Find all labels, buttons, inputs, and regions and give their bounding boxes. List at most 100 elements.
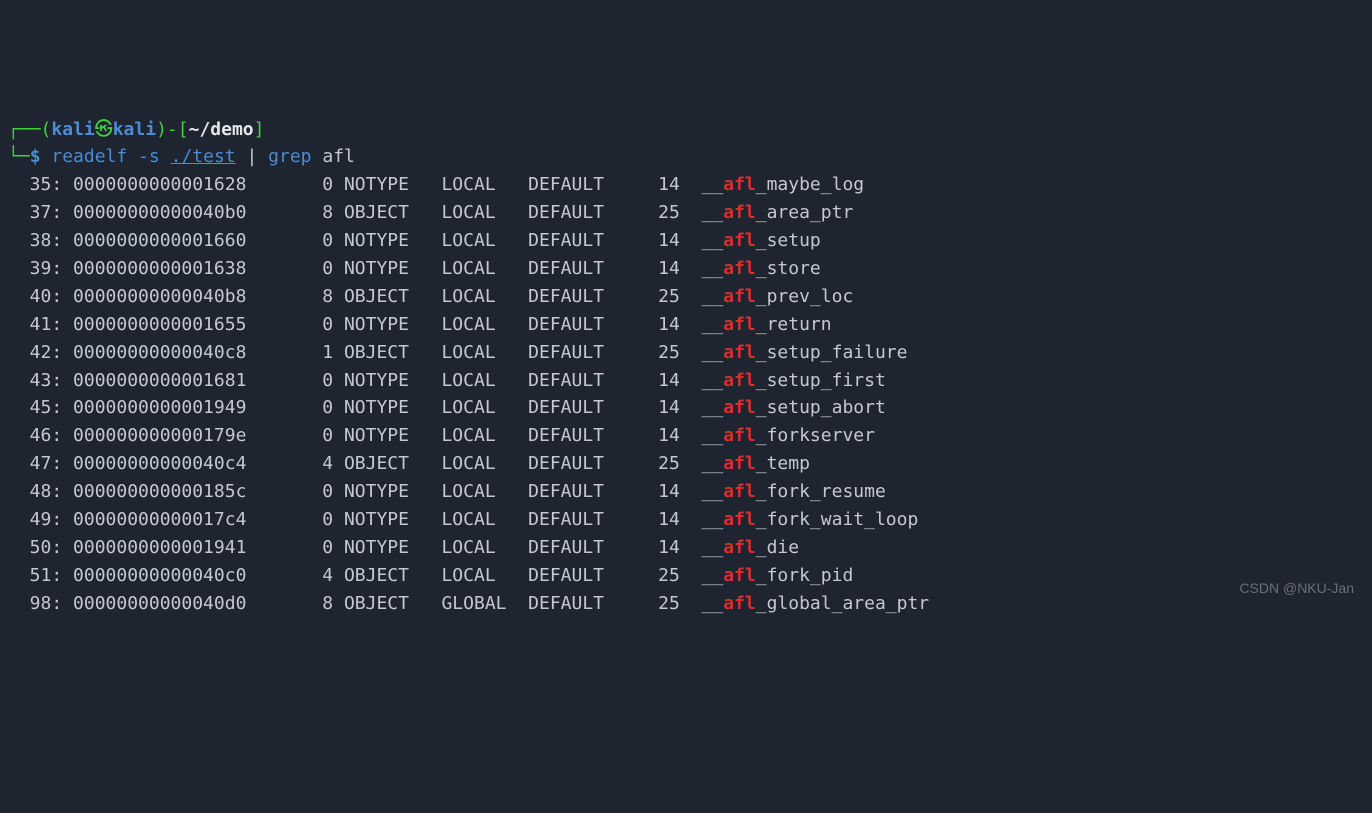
- output-row: 49: 00000000000017c40 NOTYPE LOCALDEFAUL…: [8, 506, 1364, 534]
- col-addr: 00000000000040b8: [73, 283, 268, 311]
- col-vis: DEFAULT: [528, 478, 626, 506]
- output-row: 40: 00000000000040b88 OBJECT LOCALDEFAUL…: [8, 283, 1364, 311]
- col-type: OBJECT: [344, 562, 431, 590]
- col-ndx: 25: [626, 339, 680, 367]
- grep-match: afl: [723, 397, 756, 418]
- col-size: 8: [268, 283, 333, 311]
- col-type: NOTYPE: [344, 422, 431, 450]
- sym-prefix: __: [702, 425, 724, 446]
- prompt-line-1: ┌──(kali㉿kali)-[~/demo]: [8, 116, 1364, 144]
- grep-match: afl: [723, 593, 756, 614]
- sym-suffix: _forkserver: [756, 425, 875, 446]
- prompt-corner-bot: └─: [8, 146, 30, 167]
- sym-suffix: _return: [756, 314, 832, 335]
- sym-prefix: __: [702, 370, 724, 391]
- col-size: 0: [268, 227, 333, 255]
- col-bind: LOCAL: [441, 367, 528, 395]
- col-num: 35:: [8, 171, 62, 199]
- grep-match: afl: [723, 481, 756, 502]
- col-num: 50:: [8, 534, 62, 562]
- col-bind: LOCAL: [441, 339, 528, 367]
- col-addr: 000000000000179e: [73, 422, 268, 450]
- col-type: NOTYPE: [344, 367, 431, 395]
- col-addr: 00000000000040b0: [73, 199, 268, 227]
- col-addr: 0000000000001655: [73, 311, 268, 339]
- sym-prefix: __: [702, 453, 724, 474]
- col-ndx: 14: [626, 422, 680, 450]
- col-bind: LOCAL: [441, 255, 528, 283]
- col-type: NOTYPE: [344, 311, 431, 339]
- output-row: 50: 00000000000019410 NOTYPE LOCALDEFAUL…: [8, 534, 1364, 562]
- sym-prefix: __: [702, 342, 724, 363]
- grep-match: afl: [723, 425, 756, 446]
- col-type: NOTYPE: [344, 506, 431, 534]
- sym-suffix: _global_area_ptr: [756, 593, 929, 614]
- col-num: 51:: [8, 562, 62, 590]
- col-size: 8: [268, 199, 333, 227]
- col-addr: 0000000000001660: [73, 227, 268, 255]
- col-vis: DEFAULT: [528, 506, 626, 534]
- col-size: 0: [268, 255, 333, 283]
- col-bind: LOCAL: [441, 450, 528, 478]
- skull-icon: ㉿: [95, 119, 113, 140]
- sym-prefix: __: [702, 258, 724, 279]
- col-ndx: 14: [626, 534, 680, 562]
- sym-suffix: _area_ptr: [756, 202, 854, 223]
- grep-match: afl: [723, 258, 756, 279]
- col-vis: DEFAULT: [528, 339, 626, 367]
- sym-suffix: _setup_abort: [756, 397, 886, 418]
- col-num: 43:: [8, 367, 62, 395]
- col-ndx: 25: [626, 283, 680, 311]
- col-addr: 0000000000001681: [73, 367, 268, 395]
- sym-suffix: _temp: [756, 453, 810, 474]
- cmd-readelf: readelf: [51, 146, 127, 167]
- col-ndx: 14: [626, 227, 680, 255]
- col-ndx: 14: [626, 506, 680, 534]
- output-row: 39: 00000000000016380 NOTYPE LOCALDEFAUL…: [8, 255, 1364, 283]
- col-vis: DEFAULT: [528, 562, 626, 590]
- col-bind: LOCAL: [441, 283, 528, 311]
- col-num: 98:: [8, 590, 62, 618]
- col-type: NOTYPE: [344, 478, 431, 506]
- col-bind: LOCAL: [441, 227, 528, 255]
- output-row: 37: 00000000000040b08 OBJECT LOCALDEFAUL…: [8, 199, 1364, 227]
- terminal-window[interactable]: ┌──(kali㉿kali)-[~/demo]└─$ readelf -s ./…: [8, 116, 1364, 618]
- sym-prefix: __: [702, 286, 724, 307]
- prompt-dir: demo: [210, 119, 253, 140]
- col-bind: LOCAL: [441, 562, 528, 590]
- col-num: 48:: [8, 478, 62, 506]
- grep-match: afl: [723, 314, 756, 335]
- col-ndx: 14: [626, 171, 680, 199]
- col-bind: LOCAL: [441, 394, 528, 422]
- col-ndx: 25: [626, 590, 680, 618]
- sym-suffix: _die: [756, 537, 799, 558]
- col-addr: 0000000000001941: [73, 534, 268, 562]
- sym-prefix: __: [702, 537, 724, 558]
- col-vis: DEFAULT: [528, 394, 626, 422]
- output-row: 43: 00000000000016810 NOTYPE LOCALDEFAUL…: [8, 367, 1364, 395]
- sym-prefix: __: [702, 174, 724, 195]
- col-size: 0: [268, 367, 333, 395]
- col-num: 41:: [8, 311, 62, 339]
- col-addr: 000000000000185c: [73, 478, 268, 506]
- col-ndx: 14: [626, 311, 680, 339]
- col-num: 46:: [8, 422, 62, 450]
- col-bind: LOCAL: [441, 422, 528, 450]
- col-vis: DEFAULT: [528, 367, 626, 395]
- sym-prefix: __: [702, 397, 724, 418]
- output-row: 51: 00000000000040c04 OBJECT LOCALDEFAUL…: [8, 562, 1364, 590]
- output-row: 45: 00000000000019490 NOTYPE LOCALDEFAUL…: [8, 394, 1364, 422]
- col-num: 40:: [8, 283, 62, 311]
- col-type: OBJECT: [344, 339, 431, 367]
- prompt-line-2[interactable]: └─$ readelf -s ./test | grep afl: [8, 143, 1364, 171]
- col-bind: LOCAL: [441, 311, 528, 339]
- grep-match: afl: [723, 370, 756, 391]
- col-num: 42:: [8, 339, 62, 367]
- col-vis: DEFAULT: [528, 255, 626, 283]
- col-ndx: 14: [626, 394, 680, 422]
- col-addr: 00000000000040c4: [73, 450, 268, 478]
- col-type: OBJECT: [344, 283, 431, 311]
- col-bind: LOCAL: [441, 171, 528, 199]
- pipe-icon: |: [246, 146, 257, 167]
- cmd-arg: afl: [322, 146, 355, 167]
